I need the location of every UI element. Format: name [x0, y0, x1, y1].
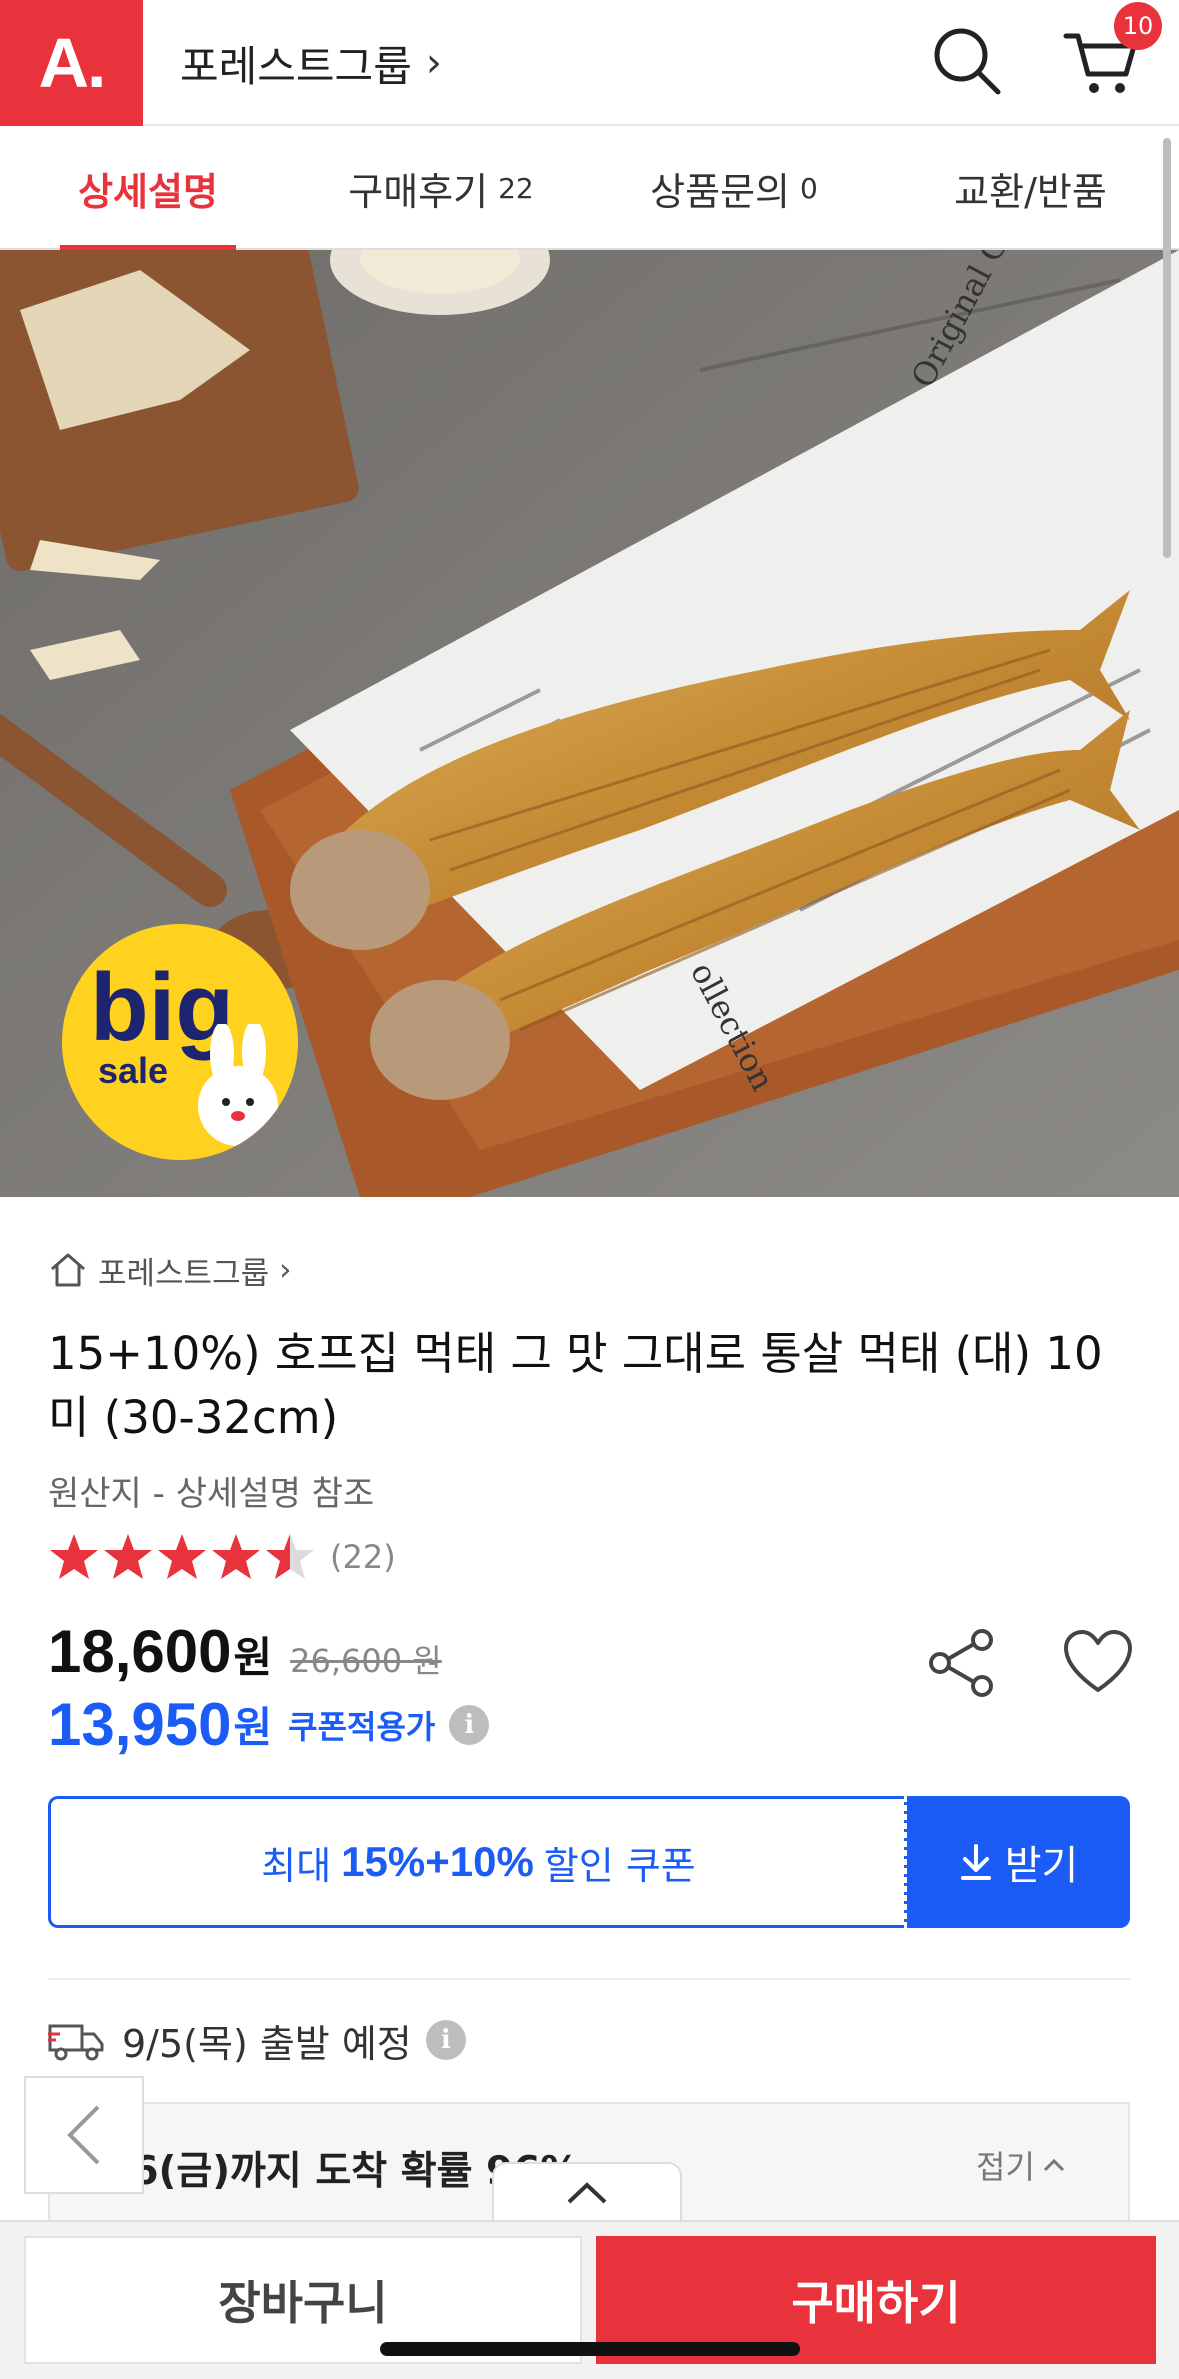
- product-title: 15+10%) 호프집 먹태 그 맛 그대로 통살 먹태 (대) 10미 (30…: [48, 1327, 1103, 1444]
- tab-label: 구매후기: [348, 169, 489, 214]
- app-logo[interactable]: A.: [0, 0, 143, 126]
- tab-label: 상품문의: [650, 169, 790, 214]
- share-icon[interactable]: [924, 1628, 1004, 1698]
- tab-inquiries[interactable]: 상품문의 0: [586, 128, 882, 248]
- chevron-up-icon: [1043, 2158, 1064, 2172]
- home-icon: [51, 1253, 85, 1287]
- info-icon[interactable]: i: [425, 2020, 466, 2060]
- coupon-download-button[interactable]: 받기: [904, 1796, 1130, 1928]
- chevron-right-icon: ›: [279, 1252, 292, 1288]
- badge-sale-text: sale: [98, 1050, 169, 1091]
- star-full-icon: [158, 1534, 206, 1579]
- product-origin: 원산지 - 상세설명 참조: [48, 1474, 375, 1514]
- coupon-prefix: 최대: [261, 1843, 332, 1888]
- rating[interactable]: (22): [48, 1532, 396, 1582]
- tab-description[interactable]: 상세설명: [0, 128, 296, 250]
- top-header: A. 포레스트그룹 › 10: [0, 0, 1179, 126]
- price-row: 18,600 원 26,600 원: [48, 1617, 442, 1686]
- delivery-schedule: 9/5(목) 출발 예정: [122, 2021, 412, 2066]
- tab-returns[interactable]: 교환/반품: [882, 128, 1179, 248]
- collapse-label: 접기: [976, 2148, 1035, 2186]
- review-count: (22): [330, 1538, 396, 1576]
- home-indicator: [380, 2342, 800, 2356]
- coupon-button-label: 받기: [1004, 1843, 1079, 1889]
- coupon-rate: 15%+10%: [341, 1838, 534, 1885]
- info-icon[interactable]: i: [449, 1704, 490, 1745]
- store-name: 포레스트그룹: [180, 41, 412, 91]
- download-icon: [960, 1844, 991, 1880]
- breadcrumb[interactable]: 포레스트그룹 ›: [48, 1245, 292, 1295]
- cart-count-badge: 10: [1114, 2, 1162, 50]
- sale-price: 18,600: [48, 1618, 232, 1685]
- breadcrumb-brand: 포레스트그룹: [98, 1255, 270, 1292]
- coupon-price-row: 13,950 원 쿠폰적용가 i: [48, 1690, 490, 1759]
- tab-count: 22: [498, 171, 534, 205]
- big-sale-badge: big sale: [62, 924, 298, 1160]
- delivery-info: 9/5(목) 출발 예정 i: [48, 2010, 466, 2070]
- coupon-price-unit: 원: [233, 1703, 273, 1752]
- coupon-banner[interactable]: 최대 15%+10% 할인 쿠폰: [48, 1796, 906, 1928]
- coupon-suffix: 할인 쿠폰: [543, 1843, 696, 1888]
- heart-icon[interactable]: [1062, 1628, 1134, 1698]
- tab-reviews[interactable]: 구매후기 22: [296, 128, 586, 248]
- divider: [48, 1978, 1130, 1980]
- truck-icon: [48, 2024, 104, 2061]
- star-full-icon: [50, 1534, 98, 1579]
- chevron-right-icon: ›: [425, 40, 442, 86]
- scrollbar[interactable]: [1163, 138, 1171, 558]
- coupon-price: 13,950: [48, 1691, 232, 1758]
- original-price: 26,600 원: [290, 1642, 442, 1680]
- bunny-icon: [198, 1024, 278, 1146]
- chevron-left-icon: [67, 2105, 100, 2165]
- price-unit: 원: [233, 1633, 273, 1682]
- expand-options-handle[interactable]: [492, 2162, 682, 2222]
- tab-count: 0: [800, 171, 818, 205]
- product-tabs: 상세설명 구매후기 22 상품문의 0 교환/반품: [0, 128, 1179, 250]
- search-icon[interactable]: [928, 22, 1006, 100]
- tab-label: 교환/반품: [954, 169, 1107, 214]
- collapse-button[interactable]: 접기: [976, 2142, 1065, 2188]
- coupon-price-label: 쿠폰적용가: [288, 1707, 436, 1746]
- star-full-icon: [104, 1534, 152, 1579]
- chevron-up-icon: [567, 2182, 607, 2204]
- tab-label: 상세설명: [78, 169, 218, 214]
- star-full-icon: [212, 1534, 260, 1579]
- star-half-icon: [266, 1534, 314, 1579]
- back-button[interactable]: [24, 2076, 144, 2194]
- store-link[interactable]: 포레스트그룹 ›: [180, 24, 442, 102]
